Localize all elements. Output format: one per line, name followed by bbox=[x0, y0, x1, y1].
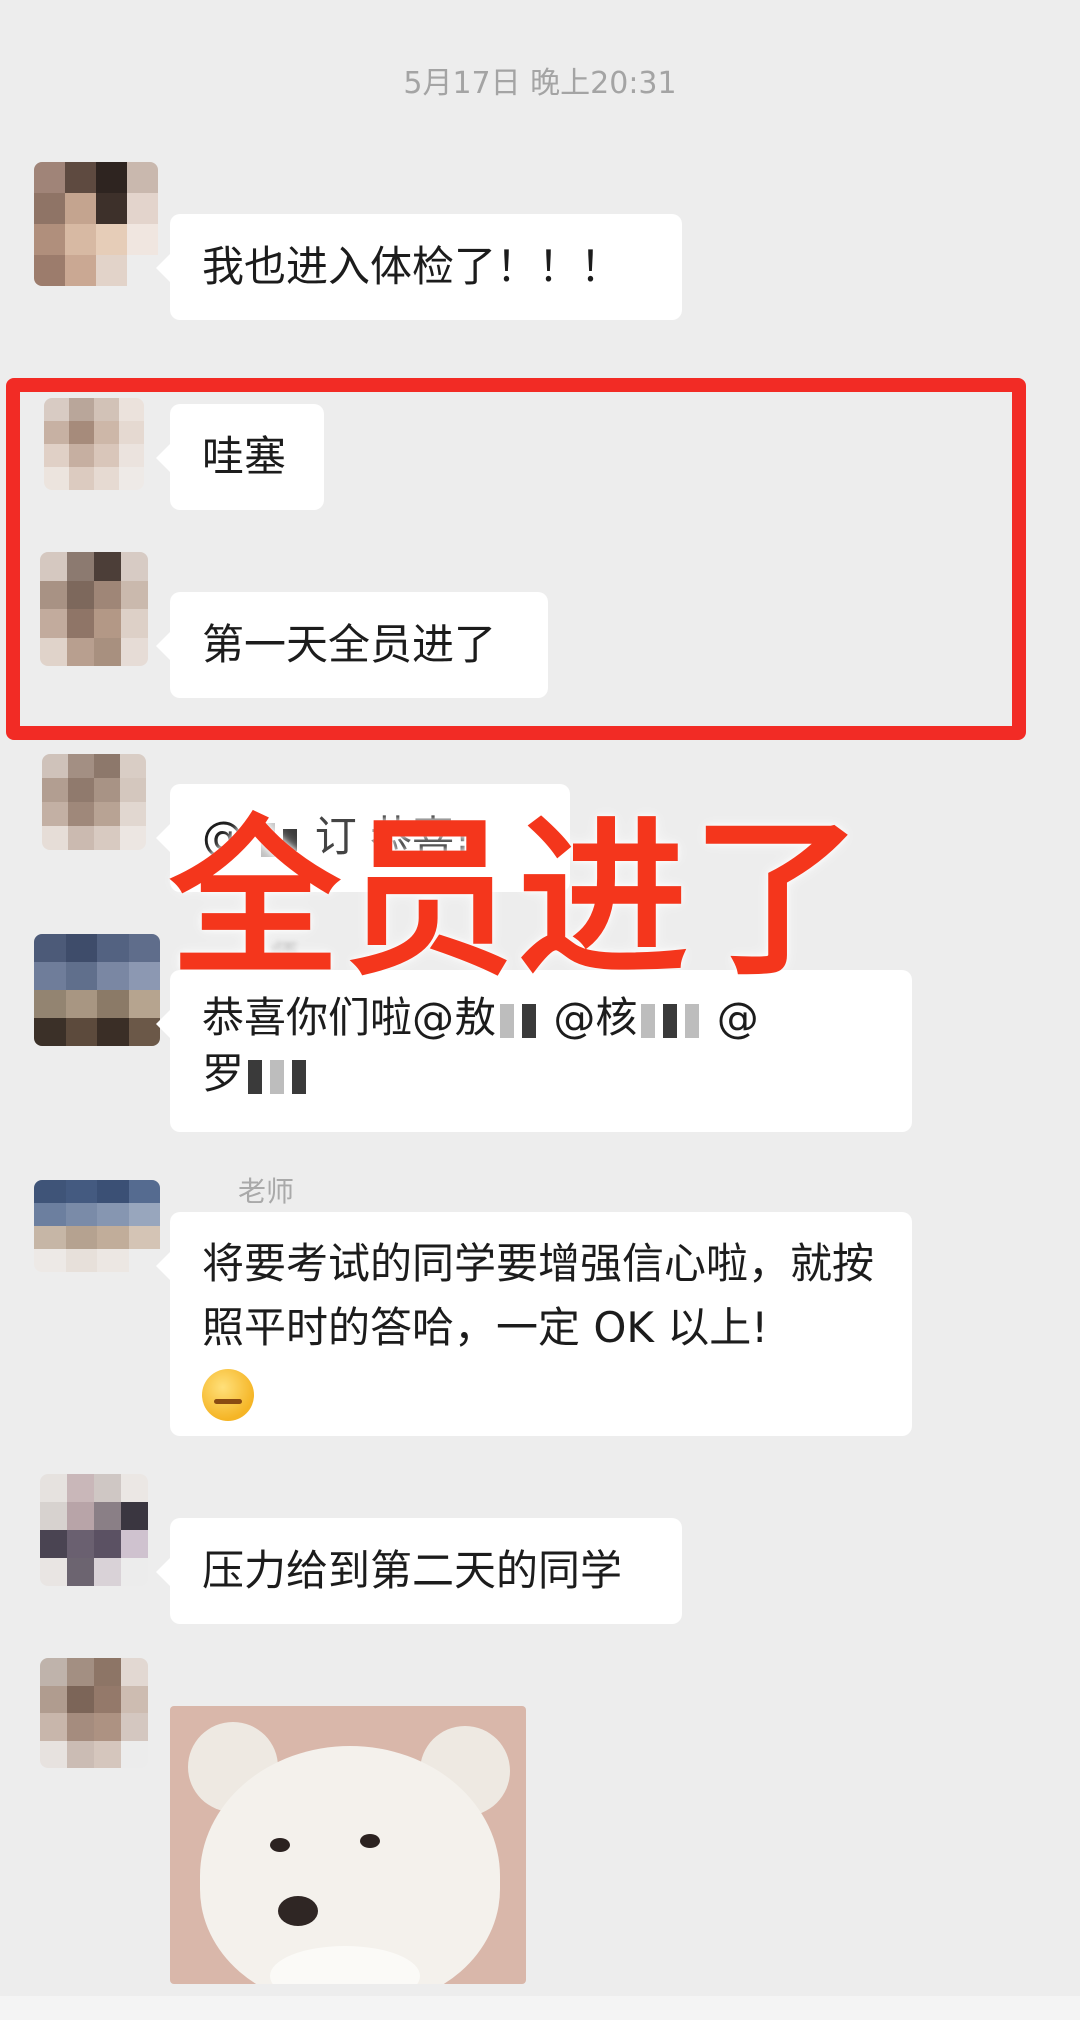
message-text: 将要考试的同学要增强信心啦，就按照平时的答哈，一定 OK 以上! bbox=[202, 1239, 875, 1352]
avatar[interactable] bbox=[40, 1474, 148, 1586]
avatar[interactable] bbox=[34, 934, 160, 1046]
redacted-mark bbox=[641, 1003, 656, 1038]
sender-name: 老师 bbox=[238, 1175, 295, 1208]
avatar[interactable] bbox=[34, 1180, 160, 1272]
redacted-mark bbox=[270, 1059, 285, 1094]
redacted-mark bbox=[685, 1003, 700, 1038]
chat-timestamp: 5月17日 晚上20:31 bbox=[403, 66, 677, 101]
overlay-caption: 全员进了 bbox=[170, 801, 867, 999]
highlight-box bbox=[6, 378, 1026, 740]
dog-mouth bbox=[270, 1946, 420, 1984]
redacted-mark bbox=[500, 1003, 515, 1038]
avatar[interactable] bbox=[42, 754, 146, 850]
avatar[interactable] bbox=[40, 1658, 148, 1768]
dog-eye bbox=[360, 1834, 380, 1848]
message-line: 罗 bbox=[202, 1046, 880, 1102]
redacted-mark bbox=[248, 1059, 263, 1094]
dog-eye bbox=[270, 1838, 290, 1852]
message-text: @ bbox=[716, 993, 759, 1042]
avatar[interactable] bbox=[34, 162, 158, 286]
input-bar-edge bbox=[0, 1996, 1080, 2020]
message-bubble[interactable]: 我也进入体检了！！！ bbox=[156, 214, 682, 320]
emoji-thinking-icon bbox=[202, 1368, 254, 1421]
message-text: 罗 bbox=[202, 1049, 245, 1098]
redacted-mark bbox=[292, 1059, 307, 1094]
message-bubble[interactable]: 将要考试的同学要增强信心啦，就按照平时的答哈，一定 OK 以上! bbox=[156, 1212, 912, 1436]
dog-sticker-image[interactable] bbox=[170, 1706, 526, 1984]
dog-nose bbox=[278, 1896, 318, 1926]
message-bubble[interactable]: 压力给到第二天的同学 bbox=[156, 1518, 682, 1624]
message-text: @核 bbox=[553, 993, 638, 1042]
redacted-mark bbox=[522, 1003, 537, 1038]
redacted-mark bbox=[663, 1003, 678, 1038]
message-line bbox=[202, 1360, 880, 1424]
message-text: 恭喜你们啦@敖 bbox=[202, 993, 497, 1042]
